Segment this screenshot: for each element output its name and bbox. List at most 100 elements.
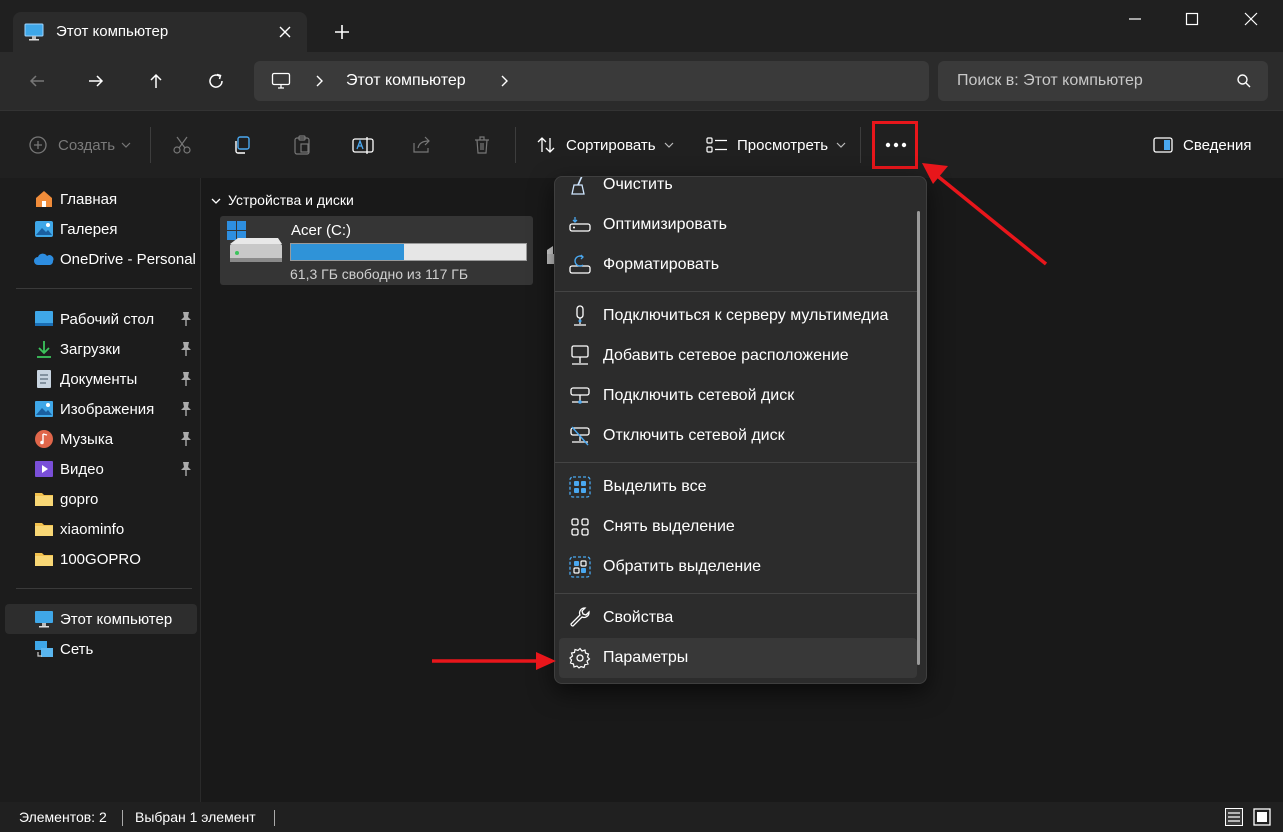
menu-item-network-location[interactable]: Добавить сетевое расположение: [559, 336, 917, 376]
desktop-icon: [34, 309, 54, 329]
menu-item-cleanup[interactable]: Очистить: [559, 176, 917, 205]
broom-icon: [565, 177, 595, 196]
tiles-view-icon[interactable]: [1253, 808, 1271, 826]
search-box[interactable]: Поиск в: Этот компьютер: [938, 61, 1268, 101]
menu-item-label: Очистить: [603, 176, 673, 193]
sidebar-item-home[interactable]: Главная: [5, 184, 197, 214]
folder-icon: [34, 549, 54, 569]
plus-circle-icon: [28, 135, 48, 155]
toolbar-divider: [860, 127, 861, 163]
sort-button[interactable]: Сортировать: [536, 128, 674, 162]
close-window-icon[interactable]: [1231, 4, 1271, 34]
menu-item-label: Подключиться к серверу мультимедиа: [603, 307, 889, 324]
pin-icon[interactable]: [179, 401, 193, 417]
sidebar-item-xiaominfo[interactable]: xiaominfo: [5, 514, 197, 544]
menu-item-media-server[interactable]: Подключиться к серверу мультимедиа: [559, 296, 917, 336]
sidebar-item-gallery[interactable]: Галерея: [5, 214, 197, 244]
menu-item-label: Отключить сетевой диск: [603, 427, 785, 444]
menu-item-label: Оптимизировать: [603, 216, 727, 233]
details-view-icon[interactable]: [1225, 808, 1243, 826]
group-header-devices[interactable]: Устройства и диски: [228, 192, 354, 208]
menu-item-label: Параметры: [603, 649, 689, 666]
new-tab-icon[interactable]: [330, 20, 354, 44]
sidebar-item-music[interactable]: Музыка: [5, 424, 197, 454]
sidebar-item-100gopro[interactable]: 100GOPRO: [5, 544, 197, 574]
copy-icon[interactable]: [232, 128, 252, 162]
delete-icon[interactable]: [472, 128, 492, 162]
address-bar[interactable]: Этот компьютер: [254, 61, 929, 101]
pin-icon[interactable]: [179, 371, 193, 387]
toolbar-divider: [150, 127, 151, 163]
close-tab-icon[interactable]: [275, 22, 295, 42]
status-bar: Элементов: 2 Выбран 1 элемент: [0, 802, 1283, 832]
menu-item-options[interactable]: Параметры: [559, 638, 917, 678]
menu-item-properties[interactable]: Свойства: [559, 598, 917, 638]
chevron-down-icon[interactable]: [211, 197, 221, 205]
sidebar-item-gopro[interactable]: gopro: [5, 484, 197, 514]
menu-item-map-drive[interactable]: Подключить сетевой диск: [559, 376, 917, 416]
cut-icon[interactable]: [172, 128, 192, 162]
chevron-right-icon[interactable]: [314, 75, 324, 87]
pin-icon[interactable]: [179, 341, 193, 357]
menu-item-label: Форматировать: [603, 256, 720, 273]
pin-icon[interactable]: [179, 431, 193, 447]
chevron-right-icon[interactable]: [499, 75, 509, 87]
map-network-drive-icon: [565, 385, 595, 407]
menu-item-disconnect-drive[interactable]: Отключить сетевой диск: [559, 416, 917, 456]
tab-title: Этот компьютер: [56, 23, 169, 40]
sidebar-item-videos[interactable]: Видео: [5, 454, 197, 484]
breadcrumb-this-pc[interactable]: Этот компьютер: [346, 72, 466, 90]
sidebar-item-label: Видео: [60, 460, 104, 478]
details-button[interactable]: Сведения: [1153, 128, 1252, 162]
menu-item-invert-selection[interactable]: Обратить выделение: [559, 547, 917, 587]
back-arrow-icon[interactable]: [20, 66, 54, 96]
maximize-icon[interactable]: [1172, 4, 1212, 34]
item-count: Элементов: 2: [19, 809, 107, 825]
create-button[interactable]: Создать: [28, 128, 131, 162]
sidebar-item-pictures[interactable]: Изображения: [5, 394, 197, 424]
gallery-icon: [34, 219, 54, 239]
sidebar-item-desktop[interactable]: Рабочий стол: [5, 304, 197, 334]
menu-item-label: Снять выделение: [603, 518, 735, 535]
paste-icon[interactable]: [292, 128, 312, 162]
pin-icon[interactable]: [179, 461, 193, 477]
details-label: Сведения: [1183, 136, 1252, 154]
command-bar: Создать Сортировать Просмотреть Сведения: [0, 110, 1283, 178]
menu-item-select-none[interactable]: Снять выделение: [559, 507, 917, 547]
tab-this-pc[interactable]: Этот компьютер: [13, 12, 307, 52]
menu-item-label: Добавить сетевое расположение: [603, 347, 849, 364]
menu-item-select-all[interactable]: Выделить все: [559, 467, 917, 507]
network-icon: [34, 639, 54, 659]
sidebar-item-this-pc[interactable]: Этот компьютер: [5, 604, 197, 634]
sidebar-item-documents[interactable]: Документы: [5, 364, 197, 394]
title-bar: Этот компьютер: [0, 0, 1283, 52]
disconnect-network-drive-icon: [565, 425, 595, 447]
sidebar-item-network[interactable]: Сеть: [5, 634, 197, 664]
more-options-menu: Очистить Оптимизировать Форматировать По…: [554, 176, 927, 684]
this-pc-icon: [24, 23, 44, 41]
pictures-icon: [34, 399, 54, 419]
minimize-icon[interactable]: [1115, 4, 1155, 34]
view-button[interactable]: Просмотреть: [706, 128, 846, 162]
sidebar-item-onedrive[interactable]: OneDrive - Personal: [5, 244, 197, 274]
file-explorer-window: Этот компьютер Этот компьютер Поиск в: Э…: [0, 0, 1283, 832]
search-placeholder: Поиск в: Этот компьютер: [957, 72, 1143, 89]
pin-icon[interactable]: [179, 311, 193, 327]
menu-item-format[interactable]: Форматировать: [559, 245, 917, 285]
forward-arrow-icon[interactable]: [79, 66, 113, 96]
navigation-bar: Этот компьютер Поиск в: Этот компьютер: [0, 52, 1283, 110]
sidebar-item-label: OneDrive - Personal: [60, 250, 196, 268]
refresh-icon[interactable]: [199, 66, 233, 96]
selection-count: Выбран 1 элемент: [135, 809, 256, 825]
select-none-icon: [565, 516, 595, 538]
share-icon[interactable]: [412, 128, 432, 162]
up-arrow-icon[interactable]: [139, 66, 173, 96]
menu-item-optimize[interactable]: Оптимизировать: [559, 205, 917, 245]
video-icon: [34, 459, 54, 479]
rename-icon[interactable]: [352, 128, 374, 162]
menu-scrollbar[interactable]: [917, 211, 920, 665]
sidebar-item-downloads[interactable]: Загрузки: [5, 334, 197, 364]
drive-tile[interactable]: Acer (C:) 61,3 ГБ свободно из 117 ГБ: [220, 216, 533, 285]
search-icon[interactable]: [1236, 73, 1252, 89]
menu-separator: [555, 462, 917, 463]
